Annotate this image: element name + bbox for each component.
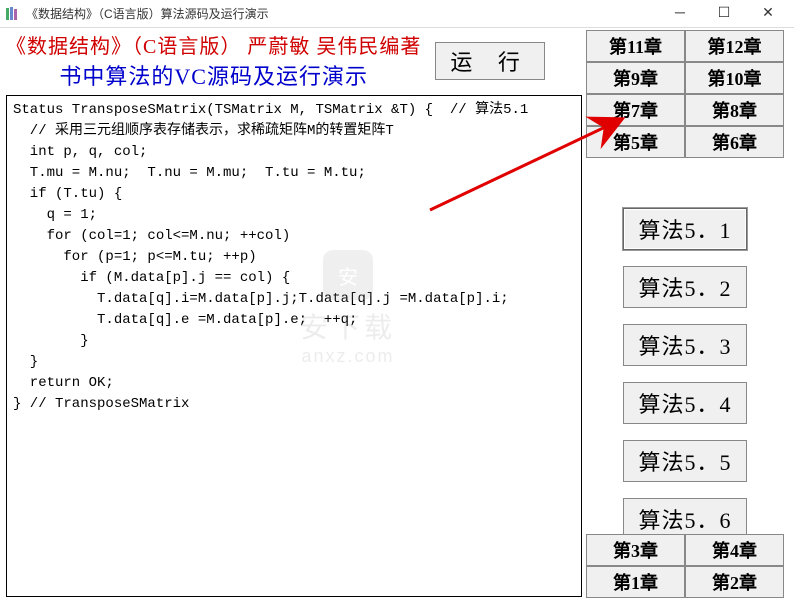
algorithm-button[interactable]: 算法5．2 — [623, 266, 746, 308]
chapter-button[interactable]: 第3章 — [586, 534, 685, 566]
chapter-button[interactable]: 第10章 — [685, 62, 784, 94]
chapter-grid-bottom: 第3章第4章第1章第2章 — [586, 534, 784, 598]
run-button[interactable]: 运 行 — [435, 42, 545, 80]
algorithm-button[interactable]: 算法5．1 — [623, 208, 746, 250]
right-pane: 第11章第12章第9章第10章第7章第8章第5章第6章 算法5．1 算法5．2 算法… — [582, 28, 788, 600]
chapter-button[interactable]: 第4章 — [685, 534, 784, 566]
chapter-button[interactable]: 第7章 — [586, 94, 685, 126]
chapter-button[interactable]: 第12章 — [685, 30, 784, 62]
algorithm-button[interactable]: 算法5．4 — [623, 382, 746, 424]
chapter-button[interactable]: 第5章 — [586, 126, 685, 158]
app-icon — [4, 6, 20, 22]
title-blue: 书中算法的VC源码及运行演示 — [6, 59, 421, 91]
chapter-button[interactable]: 第1章 — [586, 566, 685, 598]
code-display[interactable]: Status TransposeSMatrix(TSMatrix M, TSMa… — [6, 95, 582, 597]
chapter-button[interactable]: 第2章 — [685, 566, 784, 598]
algorithm-button[interactable]: 算法5．5 — [623, 440, 746, 482]
algorithm-button[interactable]: 算法5．3 — [623, 324, 746, 366]
close-button[interactable]: ✕ — [746, 0, 790, 28]
minimize-button[interactable]: ─ — [658, 0, 702, 28]
titlebar: 《数据结构》（C语言版）算法源码及运行演示 ─ ☐ ✕ — [0, 0, 794, 28]
chapter-button[interactable]: 第6章 — [685, 126, 784, 158]
chapter-button[interactable]: 第9章 — [586, 62, 685, 94]
window-title: 《数据结构》（C语言版）算法源码及运行演示 — [26, 5, 658, 22]
chapter-button[interactable]: 第11章 — [586, 30, 685, 62]
window-controls: ─ ☐ ✕ — [658, 0, 790, 28]
left-pane: 《数据结构》（C语言版） 严蔚敏 吴伟民编著 书中算法的VC源码及运行演示 运 … — [0, 28, 582, 600]
chapter-button[interactable]: 第8章 — [685, 94, 784, 126]
maximize-button[interactable]: ☐ — [702, 0, 746, 28]
chapter-grid-top: 第11章第12章第9章第10章第7章第8章第5章第6章 — [586, 30, 784, 158]
title-red: 《数据结构》（C语言版） 严蔚敏 吴伟民编著 — [6, 30, 421, 59]
